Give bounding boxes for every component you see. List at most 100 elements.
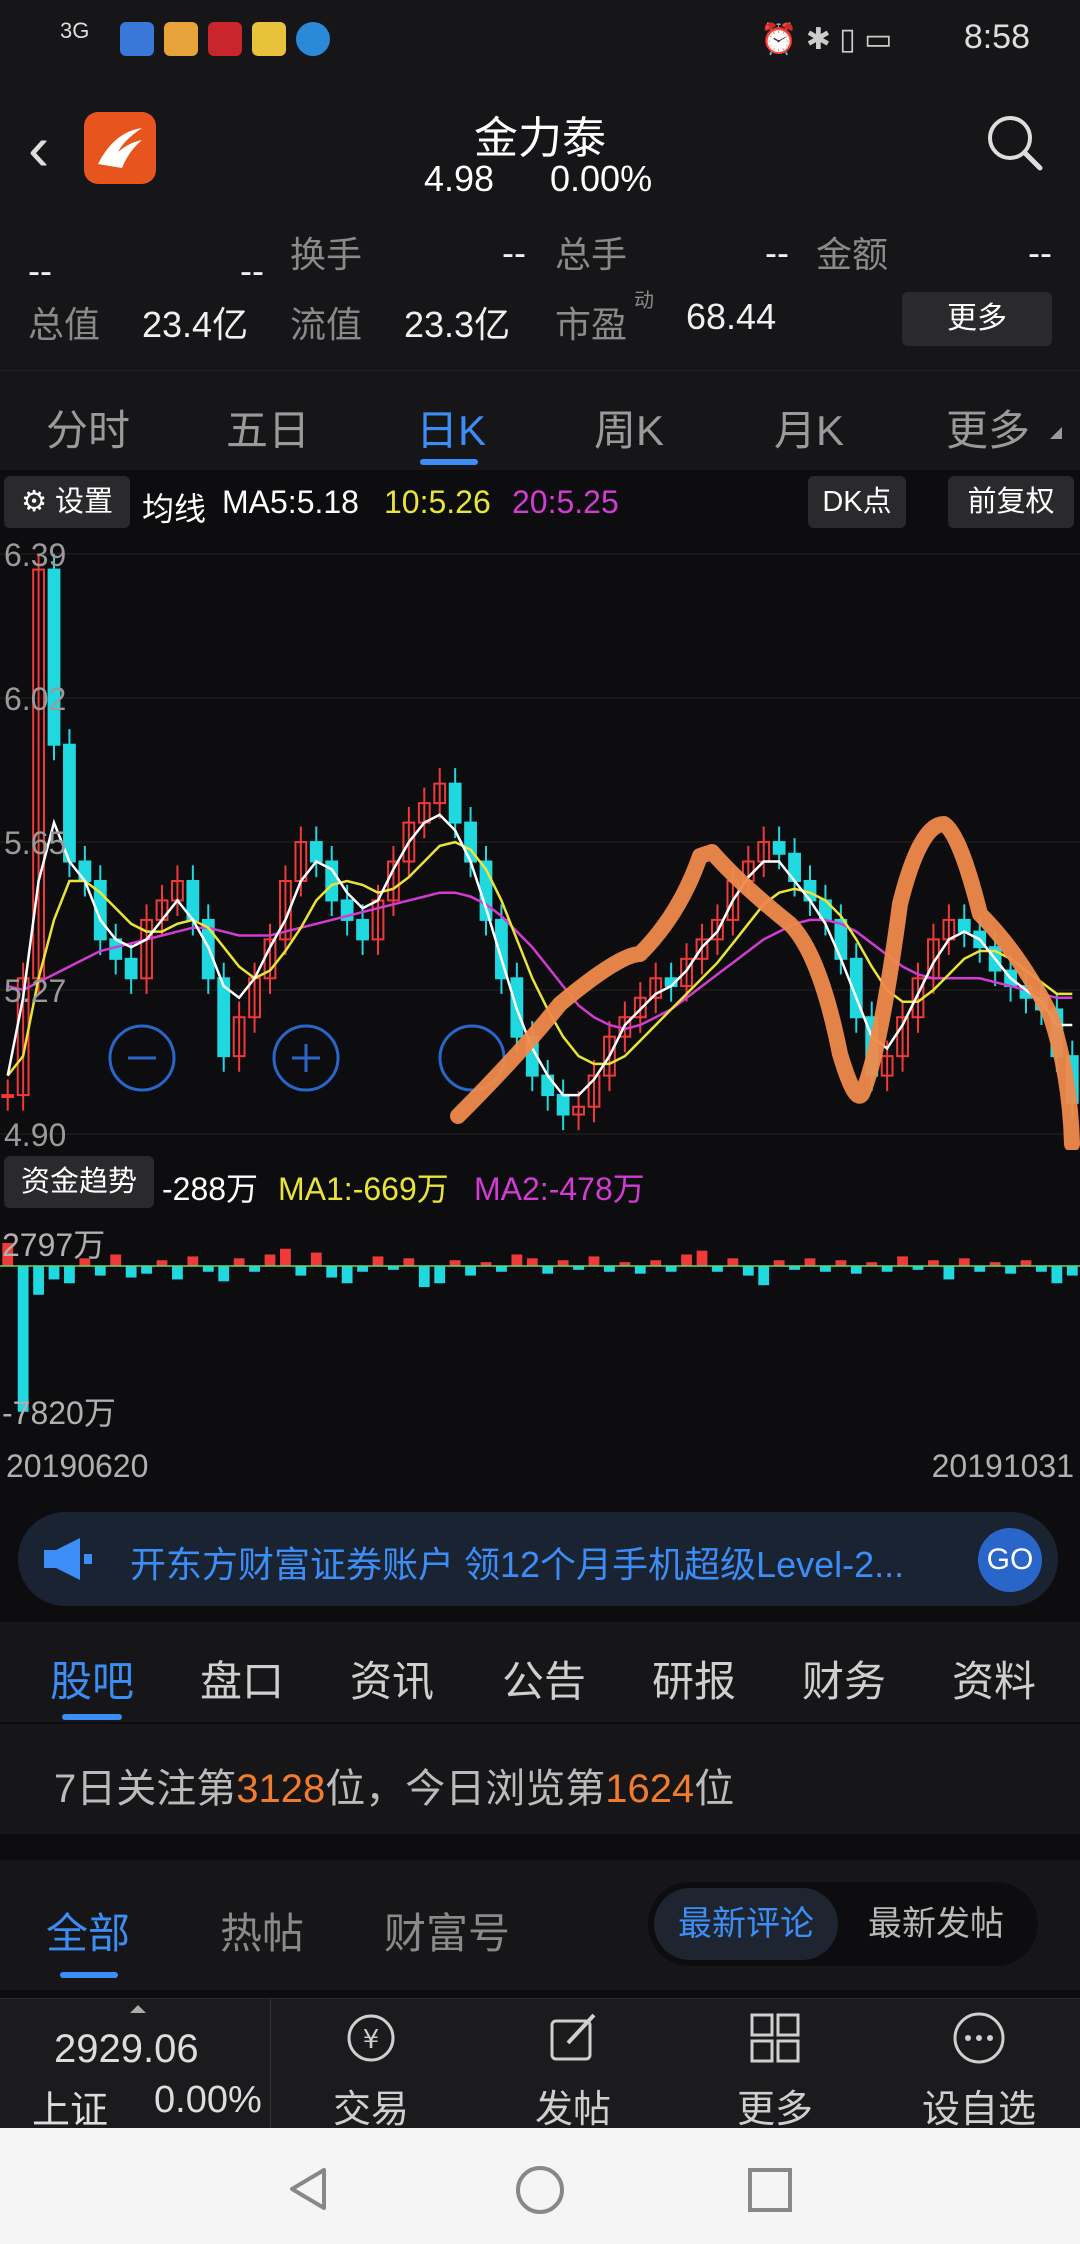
app-notification-icon <box>208 22 242 56</box>
filter-hot[interactable]: 热帖 <box>220 1900 304 1961</box>
sort-latest-comment[interactable]: 最新评论 <box>654 1888 838 1960</box>
date-start: 20190620 <box>6 1448 149 1484</box>
fund-flow-bar <box>958 1258 970 1266</box>
rank-text-3: 位 <box>694 1767 735 1811</box>
fund-flow-bar <box>17 1266 29 1412</box>
promo-banner[interactable]: 开东方财富证券账户 领12个月手机超级Level-2... GO <box>18 1512 1058 1606</box>
amount-label: 金额 <box>816 234 889 275</box>
more-button[interactable]: 更多 <box>690 1999 860 2131</box>
fund-flow-bar <box>773 1260 785 1266</box>
index-name: 上证 <box>32 2090 109 2132</box>
fund-trend-bar: 资金趋势 -288万 MA1:-669万 MA2:-478万 <box>0 1150 1080 1214</box>
candle <box>556 1094 570 1116</box>
tab-research[interactable]: 研报 <box>652 1648 736 1709</box>
nav-recents-icon[interactable] <box>746 2166 794 2214</box>
fund-flow-bar <box>727 1258 739 1266</box>
tab-orderbook[interactable]: 盘口 <box>200 1648 284 1709</box>
section-tabs: 股吧 盘口 资讯 公告 研报 财务 资料 <box>0 1622 1080 1722</box>
svg-text:¥: ¥ <box>363 2025 380 2055</box>
fund-flow-bar <box>418 1266 430 1288</box>
add-watchlist-button[interactable]: 设自选 <box>894 1999 1064 2131</box>
fund-flow-bar <box>650 1260 662 1266</box>
candle <box>772 841 786 855</box>
fund-flow-bar <box>264 1254 276 1266</box>
fund-flow-bar <box>156 1260 168 1266</box>
filter-all[interactable]: 全部 <box>46 1900 130 1961</box>
fund-trend-button[interactable]: 资金趋势 <box>4 1156 154 1208</box>
promo-text: 开东方财富证券账户 领12个月手机超级Level-2... <box>130 1544 905 1585</box>
fund-flow-bar <box>357 1266 368 1272</box>
date-end: 20191031 <box>931 1448 1074 1484</box>
settings-label: 设置 <box>55 486 114 518</box>
fund-flow-bar <box>249 1266 260 1272</box>
fund-flow-bar <box>820 1266 831 1272</box>
trade-button[interactable]: ¥ 交易 <box>286 1999 456 2131</box>
tab-monthly-k[interactable]: 月K <box>774 397 844 458</box>
nav-back-icon[interactable] <box>284 2164 334 2214</box>
candle <box>124 957 138 980</box>
fund-flow-bar <box>94 1266 106 1276</box>
filter-wealth[interactable]: 财富号 <box>384 1900 510 1961</box>
rank-text-2: 位，今日浏览第 <box>325 1767 606 1811</box>
megaphone-icon <box>44 1538 92 1580</box>
fund-flow-bar <box>542 1266 554 1274</box>
volume-value: -- <box>765 232 789 273</box>
fund-flow-bar <box>48 1266 60 1280</box>
candlestick-chart[interactable]: 6.39 6.02 5.65 5.27 4.90 <box>0 534 1080 1150</box>
tab-intraday[interactable]: 分时 <box>46 397 130 458</box>
go-button[interactable]: GO <box>978 1528 1042 1592</box>
fund-flow-bar <box>125 1266 137 1278</box>
tab-financials[interactable]: 财务 <box>802 1648 886 1709</box>
tab-profile[interactable]: 资料 <box>952 1648 1036 1709</box>
tab-daily-k[interactable]: 日K <box>416 397 486 458</box>
search-icon[interactable] <box>986 114 1044 172</box>
candle <box>356 918 369 941</box>
ma20-value: 20:5.25 <box>512 484 619 520</box>
stock-header: ‹ 金力泰 4.98 0.00% <box>0 80 1080 220</box>
trade-label: 交易 <box>332 2089 409 2131</box>
fund-flow-bar <box>588 1256 600 1266</box>
y-tick-label: 5.65 <box>4 825 66 861</box>
candle <box>1 1094 15 1099</box>
fund-flow-bar <box>897 1256 908 1266</box>
fund-flow-bar <box>295 1266 307 1276</box>
y-tick-label: 6.02 <box>4 681 66 717</box>
fund-flow-bar <box>187 1256 199 1266</box>
popularity-rank: 7日关注第3128位，今日浏览第1624位 <box>0 1722 1080 1834</box>
fund-flow-bar <box>742 1266 754 1276</box>
fund-flow-bar <box>403 1258 415 1266</box>
dk-point-button[interactable]: DK点 <box>808 476 906 528</box>
zoom-out-icon[interactable] <box>108 1024 176 1092</box>
price-adjust-button[interactable]: 前复权 <box>948 476 1074 528</box>
stock-name: 金力泰 <box>474 114 606 163</box>
fund-flow-bar <box>372 1256 384 1266</box>
app-notification-icon <box>120 22 154 56</box>
tab-weekly-k[interactable]: 周K <box>594 397 664 458</box>
ma-label: 均线 <box>142 491 207 527</box>
tab-guba[interactable]: 股吧 <box>50 1648 134 1709</box>
tab-announcements[interactable]: 公告 <box>502 1648 586 1709</box>
tab-news[interactable]: 资讯 <box>350 1648 434 1709</box>
fund-flow-bar <box>218 1266 230 1282</box>
sort-latest-post[interactable]: 最新发帖 <box>844 1888 1028 1960</box>
pe-label: 市盈 <box>555 304 628 345</box>
market-index[interactable]: 2929.06 上证 0.00% <box>0 1999 271 2132</box>
chart-settings-button[interactable]: ⚙ 设置 <box>4 476 130 528</box>
sort-toggle: 最新评论 最新发帖 <box>648 1882 1038 1966</box>
tab-five-day[interactable]: 五日 <box>226 397 310 458</box>
fund-flow-bar <box>326 1266 338 1278</box>
y-tick-label: 5.27 <box>4 973 66 1009</box>
quote-more-button[interactable]: 更多 <box>902 292 1052 346</box>
active-filter-indicator <box>60 1972 118 1978</box>
clock: 8:58 <box>963 18 1030 56</box>
tab-more[interactable]: 更多 <box>946 397 1030 458</box>
ma10-value: 10:5.26 <box>384 484 491 520</box>
turnover-value: -- <box>502 232 526 273</box>
fund-flow-chart: 2797万 -7820万 <box>0 1227 1080 1431</box>
post-button[interactable]: 发帖 <box>488 1999 658 2131</box>
ma5-value: MA5:5.18 <box>222 484 359 520</box>
zoom-in-icon[interactable] <box>272 1024 340 1092</box>
fund-flow-bar <box>850 1266 862 1274</box>
tab-more-corner-icon <box>1050 427 1062 439</box>
nav-home-icon[interactable] <box>514 2164 566 2216</box>
